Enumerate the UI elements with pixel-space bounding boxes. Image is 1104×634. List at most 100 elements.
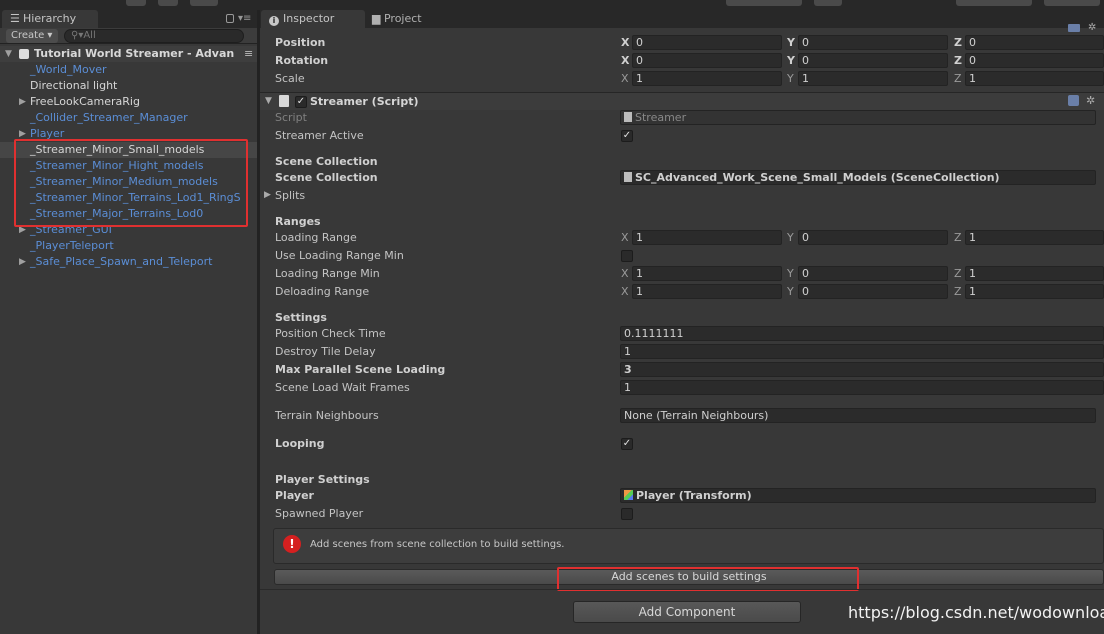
scene-name: Tutorial World Streamer - Advan [34,47,235,60]
scale-y-field[interactable]: 1 [798,71,948,86]
max-parallel-field[interactable]: 3 [620,362,1104,377]
loading-range-min-x-field[interactable]: 1 [632,266,782,281]
highlight-box-streamers [14,139,248,227]
destroy-tile-delay-label: Destroy Tile Delay [275,345,376,358]
create-dropdown[interactable]: Create ▾ [6,29,58,43]
loading-range-min-label: Loading Range Min [275,267,380,280]
player-label: Player [275,489,314,502]
axis-x-label: X [621,285,629,298]
scale-z-field[interactable]: 1 [965,71,1104,86]
axis-x-label: X [621,72,629,85]
player-settings-header: Player Settings [275,473,370,486]
panel-menu-icon[interactable]: ▾≡ [238,13,251,24]
component-foldout-arrow-icon[interactable]: ▼ [265,96,272,106]
scene-collection-header: Scene Collection [275,155,378,168]
unity-scene-icon [19,49,29,59]
tab-inspector[interactable]: i Inspector [261,10,365,28]
collab-button[interactable] [726,0,802,6]
deloading-range-z-field[interactable]: 1 [965,284,1104,299]
max-parallel-label: Max Parallel Scene Loading [275,363,446,376]
rotation-z-field[interactable]: 0 [965,53,1104,68]
collapse-arrow-icon[interactable]: ▼ [5,46,15,62]
layout-dropdown[interactable] [1044,0,1100,6]
position-x-field[interactable]: 0 [632,35,782,50]
settings-header: Settings [275,311,327,324]
splits-label[interactable]: Splits [275,188,305,204]
component-end-separator [260,589,1104,590]
pause-button[interactable] [158,0,178,6]
tab-project[interactable]: ▆ Project [368,10,448,28]
use-loading-range-min-checkbox[interactable] [621,250,633,262]
axis-z-label: Z [954,72,962,85]
layers-dropdown[interactable] [956,0,1032,6]
scene-root-row[interactable]: ▼ Tutorial World Streamer - Advan ≡ [0,46,257,62]
folder-icon: ▆ [372,12,381,25]
position-y-field[interactable]: 0 [798,35,948,50]
hierarchy-search-input[interactable]: ⚲▾All [64,29,244,43]
hierarchy-item[interactable]: _Collider_Streamer_Manager [0,110,257,126]
component-enabled-checkbox[interactable]: ✓ [295,96,307,108]
player-field[interactable]: Player (Transform) [620,488,1096,503]
hierarchy-item-label: FreeLookCameraRig [30,95,140,108]
hierarchy-item[interactable]: _World_Mover [0,62,257,78]
expand-arrow-icon[interactable]: ▶ [19,94,29,110]
spawned-player-checkbox[interactable] [621,508,633,520]
axis-y-label: Y [787,54,795,67]
component-title: Streamer (Script) [310,95,419,108]
looping-checkbox[interactable]: ✓ [621,438,633,450]
info-icon: i [269,16,279,26]
terrain-neighbours-field[interactable]: None (Terrain Neighbours) [620,408,1096,423]
settings-gear-icon[interactable]: ✲ [1088,23,1096,33]
component-help-icon[interactable] [1068,95,1079,106]
transform-icon [624,490,633,500]
loading-range-y-field[interactable]: 0 [798,230,948,245]
cloud-button[interactable] [814,0,842,6]
scale-x-field[interactable]: 1 [632,71,782,86]
position-z-field[interactable]: 0 [965,35,1104,50]
deloading-range-x-field[interactable]: 1 [632,284,782,299]
axis-z-label: Z [954,54,962,67]
expand-arrow-icon[interactable]: ▶ [19,254,29,270]
lock-icon[interactable] [226,14,234,23]
hierarchy-item-label: _Safe_Place_Spawn_and_Teleport [30,255,213,268]
list-icon: ☰ [10,12,20,25]
axis-z-label: Z [954,267,962,280]
loading-range-x-field[interactable]: 1 [632,230,782,245]
streamer-active-checkbox[interactable]: ✓ [621,130,633,142]
deloading-range-y-field[interactable]: 0 [798,284,948,299]
loading-range-z-field[interactable]: 1 [965,230,1104,245]
splits-foldout-arrow-icon[interactable]: ▶ [264,190,271,200]
rotation-y-field[interactable]: 0 [798,53,948,68]
hierarchy-item-label: _World_Mover [30,63,107,76]
play-button[interactable] [126,0,146,6]
deloading-range-label: Deloading Range [275,285,370,298]
loading-range-min-z-field[interactable]: 1 [965,266,1104,281]
help-icon[interactable] [1068,24,1080,32]
tab-hierarchy[interactable]: ☰ Hierarchy [2,10,98,28]
script-field: Streamer [620,110,1096,125]
watermark-text: https://blog.csdn.net/wodownload2 [848,603,1104,622]
position-check-time-field[interactable]: 0.1111111 [620,326,1104,341]
create-label: Create [11,30,45,41]
destroy-tile-delay-field[interactable]: 1 [620,344,1104,359]
step-button[interactable] [190,0,218,6]
add-component-button[interactable]: Add Component [573,601,801,623]
scene-collection-field[interactable]: SC_Advanced_Work_Scene_Small_Models (Sce… [620,170,1096,185]
axis-y-label: Y [787,72,794,85]
rotation-x-field[interactable]: 0 [632,53,782,68]
hierarchy-item[interactable]: _PlayerTeleport [0,238,257,254]
search-icon: ⚲▾ [71,30,84,41]
position-label: Position [275,36,326,49]
help-message: Add scenes from scene collection to buil… [310,539,565,550]
scene-load-wait-field[interactable]: 1 [620,380,1104,395]
hierarchy-item[interactable]: Directional light [0,78,257,94]
tab-inspector-label: Inspector [283,12,335,25]
tab-hierarchy-label: Hierarchy [23,12,77,25]
script-file-icon [624,112,632,122]
hierarchy-item[interactable]: ▶ _Safe_Place_Spawn_and_Teleport [0,254,257,270]
scene-menu-icon[interactable]: ≡ [244,46,253,62]
scene-collection-label: Scene Collection [275,171,378,184]
hierarchy-item[interactable]: ▶ FreeLookCameraRig [0,94,257,110]
component-gear-icon[interactable]: ✲ [1086,94,1095,107]
loading-range-min-y-field[interactable]: 0 [798,266,948,281]
